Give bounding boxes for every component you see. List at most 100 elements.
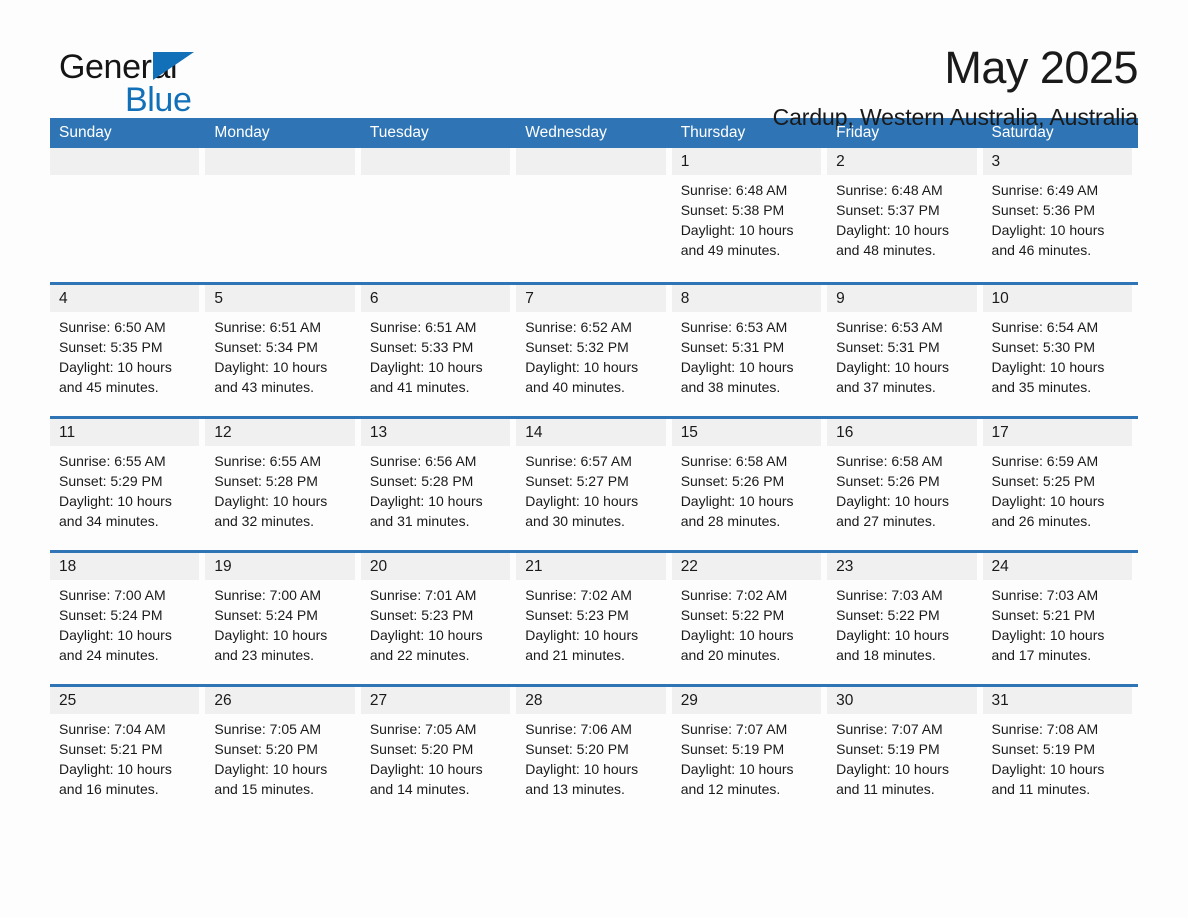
day-number: 5 [205,285,355,312]
day-cell-14[interactable]: 14 Sunrise: 6:57 AM Sunset: 5:27 PM Dayligh… [516,419,672,550]
daylight-text-line2: and 28 minutes. [680,513,781,529]
day-cell-2[interactable]: 2 Sunrise: 6:48 AM Sunset: 5:37 PM Daylight… [827,148,983,282]
sunrise-text: Sunrise: 7:00 AM [59,587,166,603]
day-number: 17 [982,419,1132,446]
daylight-text-line2: and 34 minutes. [59,513,159,529]
sunrise-text: Sunrise: 7:07 AM [680,721,788,737]
sunrise-text: Sunrise: 7:06 AM [525,721,632,737]
sunrise-text: Sunrise: 6:48 AM [836,182,943,198]
day-cell-24[interactable]: 24 Sunrise: 7:03 AM Sunset: 5:21 PM Dayligh… [982,553,1138,684]
daylight-text-line2: and 26 minutes. [991,513,1092,529]
day-cell-30[interactable]: 30 Sunrise: 7:07 AM Sunset: 5:19 PM Dayligh… [827,687,983,818]
day-details: Sunrise: 7:05 AM Sunset: 5:20 PM Daylight:… [205,714,354,799]
sunset-text: Sunset: 5:38 PM [680,202,785,218]
day-cell-23[interactable]: 23 Sunrise: 7:03 AM Sunset: 5:22 PM Dayligh… [827,553,983,684]
sunset-text: Sunset: 5:23 PM [525,607,629,623]
sunset-text: Sunset: 5:36 PM [991,202,1096,218]
day-cell-8[interactable]: 8 Sunrise: 6:53 AM Sunset: 5:31 PM Daylight… [671,285,828,416]
day-cell-28[interactable]: 28 Sunrise: 7:06 AM Sunset: 5:20 PM Dayligh… [516,687,672,818]
day-details: Sunrise: 7:04 AM Sunset: 5:21 PM Daylight:… [50,714,199,799]
day-cell-20[interactable]: 20 Sunrise: 7:01 AM Sunset: 5:23 PM Dayligh… [360,553,517,684]
sunrise-text: Sunrise: 6:51 AM [214,319,322,335]
day-cell-26[interactable]: 26 Sunrise: 7:05 AM Sunset: 5:20 PM Dayligh… [205,687,361,818]
day-cell-3[interactable]: 3 Sunrise: 6:49 AM Sunset: 5:36 PM Daylight… [982,148,1138,282]
day-cell-29[interactable]: 29 Sunrise: 7:07 AM Sunset: 5:19 PM Dayligh… [671,687,828,818]
day-cell-4[interactable]: 4 Sunrise: 6:50 AM Sunset: 5:35 PM Daylight… [50,285,206,416]
sunrise-text: Sunrise: 7:07 AM [836,721,943,737]
sunrise-text: Sunrise: 7:03 AM [836,587,943,603]
daylight-text-line2: and 46 minutes. [991,242,1092,258]
sunset-text: Sunset: 5:22 PM [836,607,940,623]
day-number: 3 [982,148,1132,175]
daylight-text-line1: Daylight: 10 hours [991,359,1105,375]
day-cell-15[interactable]: 15 Sunrise: 6:58 AM Sunset: 5:26 PM Dayligh… [671,419,828,550]
day-cell-19[interactable]: 19 Sunrise: 7:00 AM Sunset: 5:24 PM Dayligh… [205,553,361,684]
day-details: Sunrise: 7:00 AM Sunset: 5:24 PM Daylight:… [205,580,354,665]
day-cell-12[interactable]: 12 Sunrise: 6:55 AM Sunset: 5:28 PM Dayligh… [205,419,361,550]
day-details: Sunrise: 6:55 AM Sunset: 5:28 PM Daylight:… [205,446,354,531]
day-number: 31 [982,687,1132,714]
day-details: Sunrise: 6:51 AM Sunset: 5:34 PM Daylight:… [205,312,354,397]
daylight-text-line1: Daylight: 10 hours [525,359,639,375]
day-number: 21 [516,553,666,580]
day-cell-5[interactable]: 5 Sunrise: 6:51 AM Sunset: 5:34 PM Daylight… [205,285,361,416]
daylight-text-line1: Daylight: 10 hours [991,761,1105,777]
daylight-text-line2: and 43 minutes. [214,379,315,395]
sunrise-text: Sunrise: 6:55 AM [59,453,166,469]
calendar-week-row: 25 Sunrise: 7:04 AM Sunset: 5:21 PM Dayligh… [50,684,1138,818]
day-details: Sunrise: 7:07 AM Sunset: 5:19 PM Daylight:… [827,714,976,799]
day-cell-7[interactable]: 7 Sunrise: 6:52 AM Sunset: 5:32 PM Daylight… [516,285,672,416]
sunrise-text: Sunrise: 7:03 AM [991,587,1099,603]
sunrise-text: Sunrise: 7:05 AM [369,721,477,737]
day-details: Sunrise: 6:51 AM Sunset: 5:33 PM Daylight:… [361,312,510,397]
day-cell-21[interactable]: 21 Sunrise: 7:02 AM Sunset: 5:23 PM Dayligh… [516,553,672,684]
day-cell-empty [50,148,206,282]
day-number [205,148,355,175]
sunrise-text: Sunrise: 6:59 AM [991,453,1099,469]
sunrise-text: Sunrise: 6:58 AM [836,453,943,469]
day-cell-31[interactable]: 31 Sunrise: 7:08 AM Sunset: 5:19 PM Dayligh… [982,687,1138,818]
daylight-text-line1: Daylight: 10 hours [991,493,1105,509]
day-cell-25[interactable]: 25 Sunrise: 7:04 AM Sunset: 5:21 PM Dayligh… [50,687,206,818]
day-number [516,148,666,175]
sunset-text: Sunset: 5:22 PM [680,607,785,623]
day-cell-22[interactable]: 22 Sunrise: 7:02 AM Sunset: 5:22 PM Dayligh… [671,553,828,684]
day-cell-18[interactable]: 18 Sunrise: 7:00 AM Sunset: 5:24 PM Dayligh… [50,553,206,684]
day-details: Sunrise: 6:58 AM Sunset: 5:26 PM Daylight:… [672,446,821,531]
sunset-text: Sunset: 5:29 PM [59,473,163,489]
general-blue-logo[interactable]: General Blue [50,40,310,120]
daylight-text-line2: and 15 minutes. [214,781,315,797]
daylight-text-line2: and 38 minutes. [680,379,781,395]
sunset-text: Sunset: 5:35 PM [59,339,163,355]
sunrise-text: Sunrise: 6:52 AM [525,319,632,335]
sunrise-text: Sunrise: 6:57 AM [525,453,632,469]
day-number: 26 [205,687,355,714]
day-details: Sunrise: 7:02 AM Sunset: 5:23 PM Daylight:… [516,580,665,665]
day-cell-16[interactable]: 16 Sunrise: 6:58 AM Sunset: 5:26 PM Dayligh… [827,419,983,550]
daylight-text-line1: Daylight: 10 hours [836,493,949,509]
day-cell-6[interactable]: 6 Sunrise: 6:51 AM Sunset: 5:33 PM Daylight… [360,285,517,416]
day-cell-13[interactable]: 13 Sunrise: 6:56 AM Sunset: 5:28 PM Dayligh… [360,419,517,550]
daylight-text-line2: and 16 minutes. [59,781,159,797]
day-details: Sunrise: 6:53 AM Sunset: 5:31 PM Daylight:… [672,312,821,397]
day-cell-10[interactable]: 10 Sunrise: 6:54 AM Sunset: 5:30 PM Dayligh… [982,285,1138,416]
weekday-header-tuesday: Tuesday [369,124,429,141]
day-cell-1[interactable]: 1 Sunrise: 6:48 AM Sunset: 5:38 PM Daylight… [671,148,828,282]
day-cell-17[interactable]: 17 Sunrise: 6:59 AM Sunset: 5:25 PM Dayligh… [982,419,1138,550]
sunrise-text: Sunrise: 7:02 AM [680,587,788,603]
day-cell-27[interactable]: 27 Sunrise: 7:05 AM Sunset: 5:20 PM Dayligh… [360,687,517,818]
daylight-text-line2: and 40 minutes. [525,379,625,395]
weekday-header-row: Sunday Monday Tuesday Wednesday Thursday Frid… [50,118,1138,148]
day-details: Sunrise: 6:54 AM Sunset: 5:30 PM Daylight:… [983,312,1132,397]
sunrise-text: Sunrise: 6:51 AM [369,319,477,335]
weekday-header-monday: Monday [214,124,270,141]
daylight-text-line1: Daylight: 10 hours [59,359,172,375]
day-details: Sunrise: 6:50 AM Sunset: 5:35 PM Daylight:… [50,312,199,397]
daylight-text-line1: Daylight: 10 hours [680,627,794,643]
daylight-text-line1: Daylight: 10 hours [525,627,639,643]
day-cell-9[interactable]: 9 Sunrise: 6:53 AM Sunset: 5:31 PM Daylight… [827,285,983,416]
day-cell-11[interactable]: 11 Sunrise: 6:55 AM Sunset: 5:29 PM Dayligh… [50,419,206,550]
page-header: General Blue May 2025 Cardup, Western Au… [50,0,1139,130]
daylight-text-line2: and 14 minutes. [369,781,470,797]
daylight-text-line1: Daylight: 10 hours [991,222,1105,238]
